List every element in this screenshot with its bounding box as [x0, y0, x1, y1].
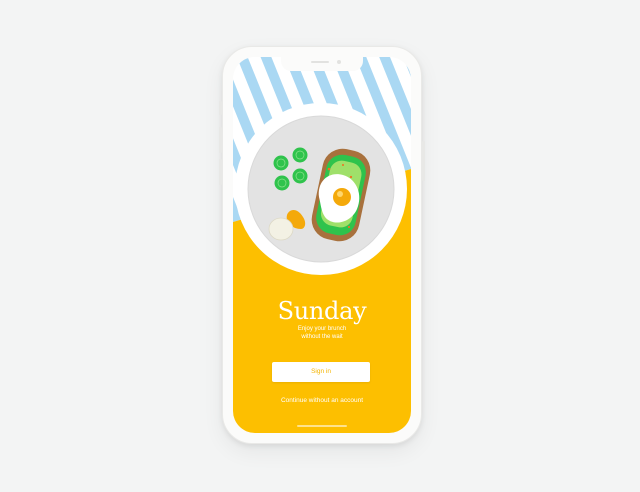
- tagline-line-2: without the wait: [301, 334, 343, 340]
- phone-device: Sunday Enjoy your brunch without the wai…: [219, 46, 425, 444]
- continue-without-account-link[interactable]: Continue without an account: [233, 397, 411, 405]
- notch: [281, 57, 363, 71]
- front-camera-icon: [337, 60, 341, 64]
- volume-up-button: [219, 127, 222, 153]
- tagline-line-1: Enjoy your brunch: [297, 326, 347, 332]
- power-button: [422, 141, 425, 181]
- boiled-egg-icon: [268, 217, 294, 241]
- app-screen: Sunday Enjoy your brunch without the wai…: [233, 57, 411, 433]
- sign-in-button[interactable]: Sign in: [272, 362, 370, 382]
- home-indicator[interactable]: [297, 425, 347, 427]
- speaker-grille: [311, 61, 329, 63]
- volume-down-button: [219, 159, 222, 185]
- silent-switch: [219, 101, 222, 115]
- hero-text: Sunday Enjoy your brunch without the wai…: [233, 297, 411, 341]
- app-title: Sunday: [277, 297, 367, 325]
